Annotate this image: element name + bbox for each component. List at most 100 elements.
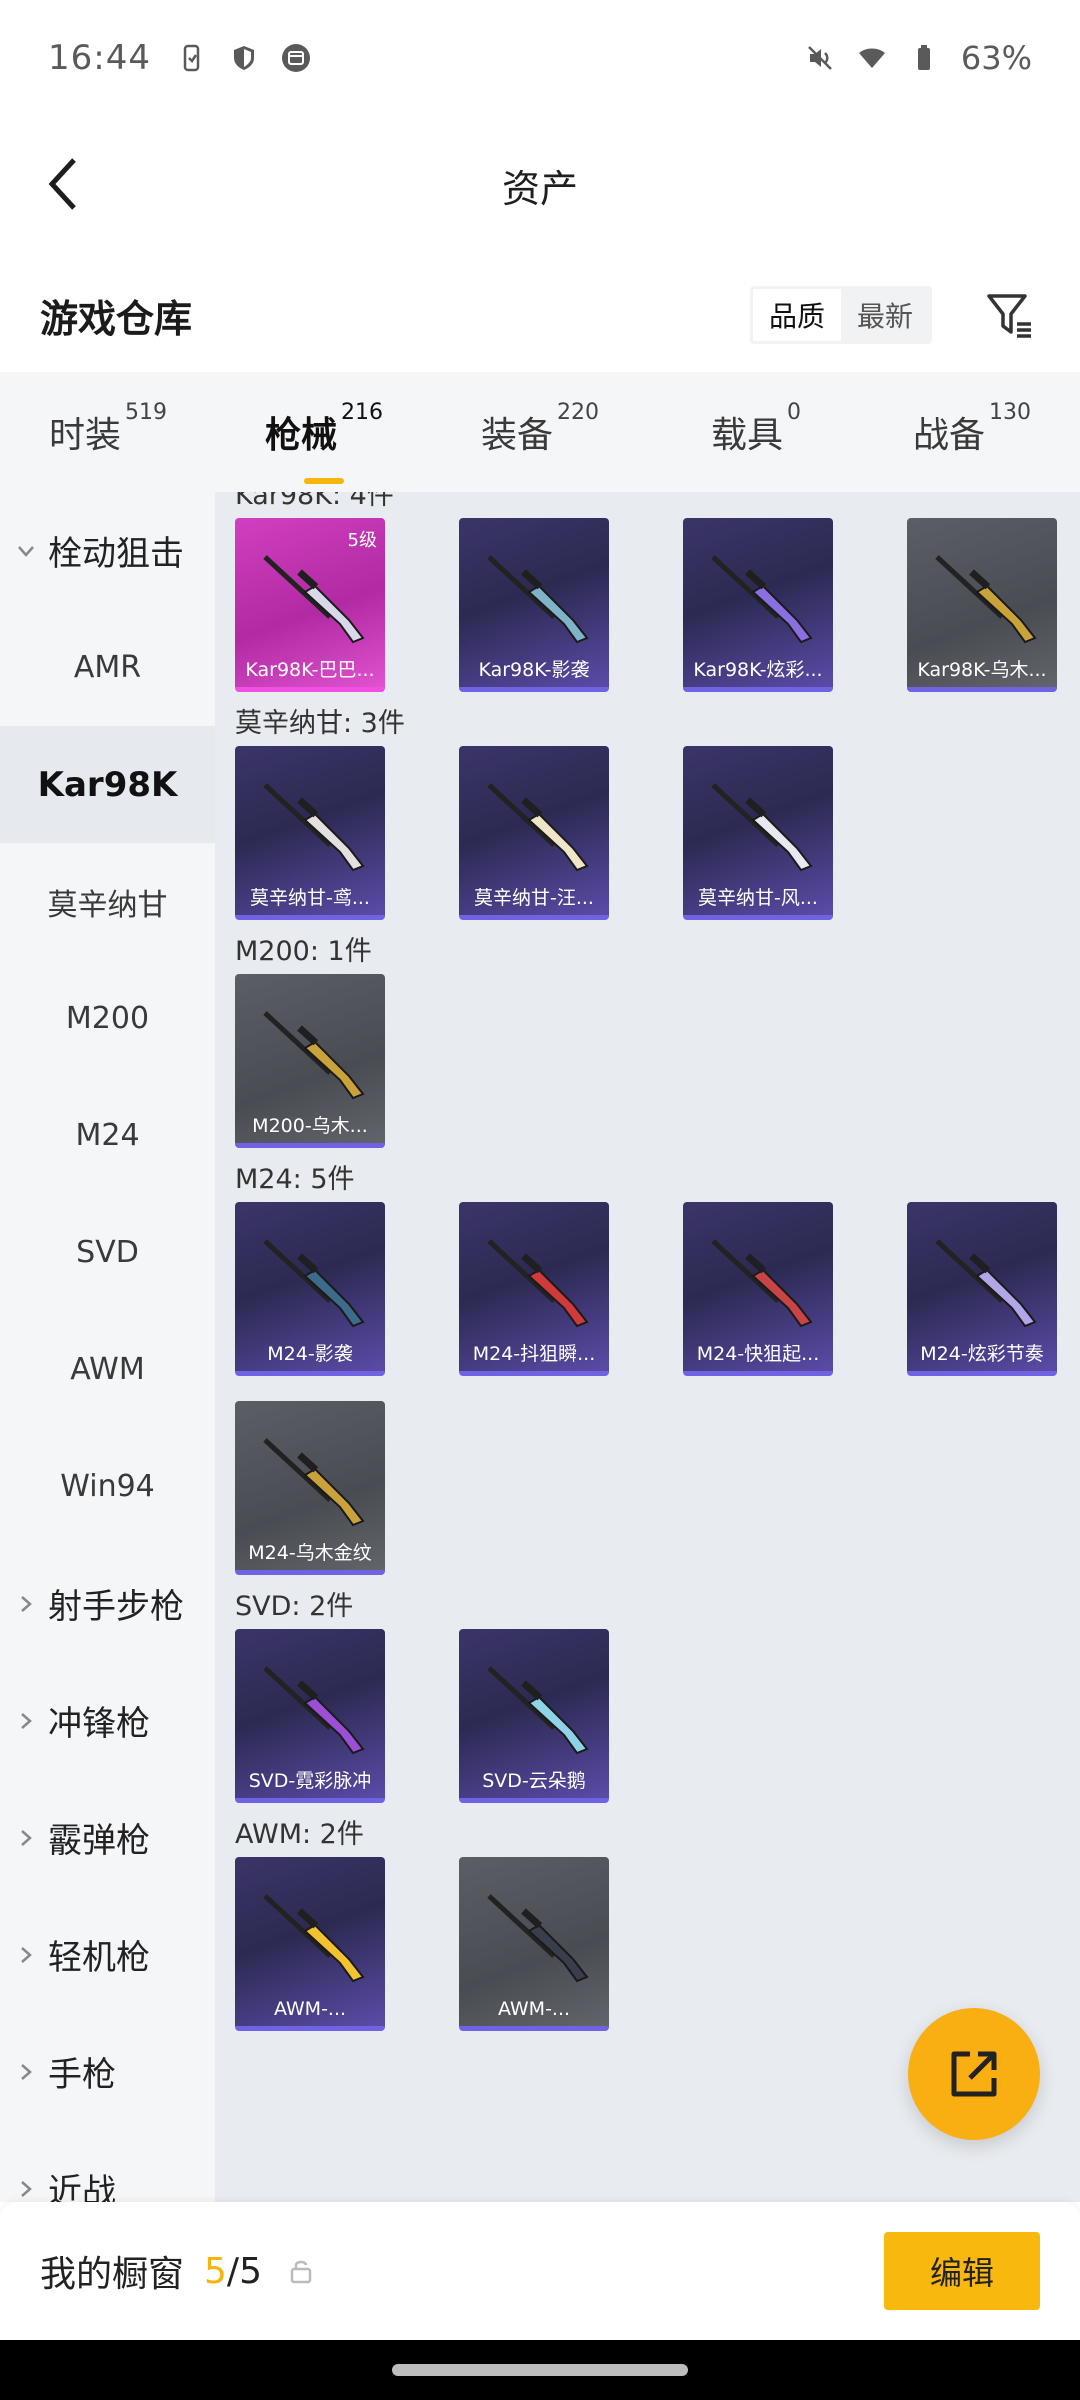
- rifle-icon: [711, 1239, 813, 1328]
- sidebar-group-pistol[interactable]: 手枪: [0, 2013, 215, 2130]
- skin-card[interactable]: SVD-云朵鹅: [459, 1629, 609, 1803]
- tab-firearms[interactable]: 枪械 216: [216, 400, 432, 484]
- rifle-icon: [487, 783, 589, 872]
- skin-name: M24-炫彩节奏: [920, 1343, 1044, 1365]
- skin-card[interactable]: M24-快狙起...: [683, 1202, 833, 1376]
- section-title: M200: 1件: [235, 936, 372, 967]
- weapon-skin-list: Kar98K: 4件 5级 Kar98K-巴巴... Kar98K-影袭 Kar98K-…: [215, 492, 1080, 2202]
- skin-grid: 5级 Kar98K-巴巴... Kar98K-影袭 Kar98K-炫彩... Kar98…: [215, 518, 1080, 692]
- rifle-icon: [263, 783, 365, 872]
- tab-equipment[interactable]: 装备 220: [432, 400, 648, 458]
- chevron-right-icon: [21, 1946, 32, 1963]
- section-title: Kar98K: 4件: [235, 492, 394, 511]
- sidebar-item-amr[interactable]: AMR: [0, 609, 215, 726]
- rifle-icon: [263, 1011, 365, 1100]
- app-header: 资产: [0, 130, 1080, 240]
- skin-card[interactable]: M24-炫彩节奏: [907, 1202, 1057, 1376]
- battery-level: 63%: [960, 38, 1032, 77]
- rifle-icon: [487, 1239, 589, 1328]
- skin-name: 莫辛纳甘-鸢...: [250, 887, 370, 909]
- skin-card[interactable]: 莫辛纳甘-风...: [683, 746, 833, 920]
- sidebar-item-svd[interactable]: SVD: [0, 1194, 215, 1311]
- sidebar-group-label: 冲锋枪: [48, 1704, 150, 1744]
- sidebar-item-mosin[interactable]: 莫辛纳甘: [0, 843, 215, 960]
- sidebar-item-m24[interactable]: M24: [0, 1077, 215, 1194]
- skin-name: 莫辛纳甘-风...: [698, 887, 818, 909]
- section-title: 莫辛纳甘: 3件: [235, 708, 405, 739]
- showcase-max-count: 5: [239, 2250, 262, 2292]
- sidebar-item-awm[interactable]: AWM: [0, 1311, 215, 1428]
- skin-card[interactable]: M200-乌木...: [235, 974, 385, 1148]
- skin-name: M24-抖狙瞬...: [472, 1343, 596, 1365]
- share-external-icon: [951, 2051, 997, 2097]
- sidebar-group-shotgun[interactable]: 霰弹枪: [0, 1779, 215, 1896]
- rifle-icon: [487, 1666, 589, 1755]
- filter-button[interactable]: [980, 285, 1040, 345]
- skin-card[interactable]: Kar98K-影袭: [459, 518, 609, 692]
- tab-count: 130: [989, 400, 1031, 425]
- skin-grid: M200-乌木...: [215, 974, 1080, 1148]
- sidebar-group-melee[interactable]: 近战: [0, 2130, 215, 2202]
- skin-card[interactable]: 5级 Kar98K-巴巴...: [235, 518, 385, 692]
- share-fab-button[interactable]: [908, 2008, 1040, 2140]
- tab-count: 0: [787, 400, 801, 425]
- rifle-icon: [263, 1894, 365, 1983]
- home-gesture-bar[interactable]: [392, 2364, 688, 2376]
- section-title: SVD: 2件: [235, 1591, 354, 1622]
- warehouse-title: 游戏仓库: [40, 296, 193, 341]
- tab-label: 枪械: [264, 415, 337, 456]
- tab-count: 220: [557, 400, 599, 425]
- back-button[interactable]: [34, 154, 94, 214]
- rifle-icon: [711, 555, 813, 644]
- skin-card[interactable]: 莫辛纳甘-汪...: [459, 746, 609, 920]
- skin-grid: AWM-... AWM-...: [215, 1857, 1080, 2031]
- skin-name: Kar98K-乌木...: [917, 659, 1047, 681]
- skin-card[interactable]: 莫辛纳甘-鸢...: [235, 746, 385, 920]
- active-tab-indicator: [304, 478, 344, 484]
- tab-fashion[interactable]: 时装 519: [0, 400, 216, 458]
- skin-card[interactable]: SVD-霓彩脉冲: [235, 1629, 385, 1803]
- sidebar-group-lmg[interactable]: 轻机枪: [0, 1896, 215, 2013]
- rifle-icon: [487, 1894, 589, 1983]
- rifle-icon: [263, 1666, 365, 1755]
- skin-card[interactable]: Kar98K-炫彩...: [683, 518, 833, 692]
- skin-card[interactable]: M24-影袭: [235, 1202, 385, 1376]
- sidebar-item-kar98k[interactable]: Kar98K: [0, 726, 215, 843]
- showcase-label: 我的橱窗: [40, 2254, 185, 2295]
- sort-newest-button[interactable]: 最新: [841, 289, 929, 341]
- sidebar-item-win94[interactable]: Win94: [0, 1428, 215, 1545]
- section-title: M24: 5件: [235, 1164, 355, 1195]
- sidebar-group-bolt-sniper[interactable]: 栓动狙击: [0, 492, 215, 609]
- sidebar-group-label: 手枪: [48, 2055, 116, 2095]
- rifle-icon: [263, 555, 365, 644]
- showcase-current-count: 5: [204, 2250, 227, 2292]
- chevron-left-icon: [48, 158, 76, 210]
- sidebar-group-smg[interactable]: 冲锋枪: [0, 1662, 215, 1779]
- battery-icon: [917, 44, 930, 70]
- skin-card[interactable]: AWM-...: [235, 1857, 385, 2031]
- tab-battle-prep[interactable]: 战备 130: [864, 400, 1080, 458]
- chevron-right-icon: [21, 1595, 32, 1612]
- tab-label: 载具: [710, 415, 783, 456]
- skin-name: AWM-...: [497, 1998, 571, 2020]
- skin-card[interactable]: AWM-...: [459, 1857, 609, 2031]
- sidebar-item-m200[interactable]: M200: [0, 960, 215, 1077]
- skin-card[interactable]: Kar98K-乌木...: [907, 518, 1057, 692]
- rifle-icon: [263, 1438, 365, 1527]
- skin-card[interactable]: M24-抖狙瞬...: [459, 1202, 609, 1376]
- shield-icon: [233, 45, 254, 70]
- status-bar: 16:44 63%: [0, 0, 1080, 115]
- skin-name: SVD-云朵鹅: [482, 1770, 586, 1792]
- tab-vehicles[interactable]: 载具 0: [648, 400, 864, 458]
- skin-card[interactable]: M24-乌木金纹: [235, 1401, 385, 1575]
- weapon-type-sidebar: 栓动狙击 AMR Kar98K 莫辛纳甘 M200 M24 SVD AWM Wi…: [0, 492, 215, 2202]
- sidebar-group-dmr[interactable]: 射手步枪: [0, 1545, 215, 1662]
- skin-name: M24-乌木金纹: [248, 1542, 372, 1564]
- edit-showcase-button[interactable]: 编辑: [884, 2232, 1040, 2310]
- skin-name: SVD-霓彩脉冲: [248, 1770, 372, 1792]
- warehouse-bar: 游戏仓库 品质 最新: [0, 270, 1080, 360]
- sidebar-group-label: 轻机枪: [48, 1938, 150, 1978]
- skin-name: M24-影袭: [267, 1343, 353, 1365]
- chevron-right-icon: [21, 2063, 32, 2080]
- sort-quality-button[interactable]: 品质: [752, 289, 841, 341]
